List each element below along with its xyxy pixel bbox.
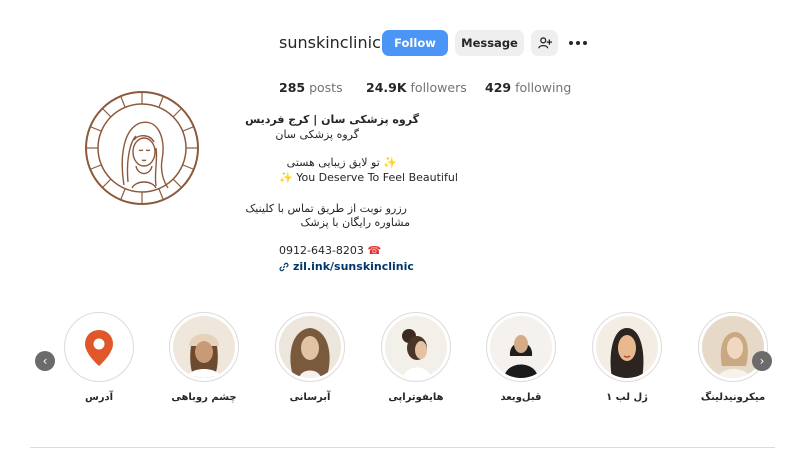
- highlight-address[interactable]: آدرس: [63, 312, 135, 403]
- person-add-icon: [537, 37, 552, 49]
- dot: [583, 41, 587, 45]
- woman-portrait-illustration: [596, 316, 658, 378]
- section-divider: [30, 447, 775, 448]
- woman-bun-illustration: [385, 316, 447, 378]
- highlight-label: آدرس: [84, 392, 114, 403]
- link-text: zil.ink/sunskinclinic: [293, 260, 414, 273]
- following-label: following: [515, 80, 572, 95]
- following-number: 429: [485, 80, 512, 95]
- woman-black-dress-illustration: [490, 316, 552, 378]
- following-link[interactable]: 429 following: [485, 80, 571, 95]
- suggested-users-button[interactable]: [531, 30, 558, 56]
- bio-phone: 0912-643-8203 ☎: [279, 244, 381, 257]
- woman-beanie-illustration: [173, 316, 235, 378]
- highlight-ring: [592, 312, 662, 382]
- sparkles-icon: ✨: [383, 156, 397, 169]
- highlight-label: آبرسانی: [289, 392, 331, 403]
- dot: [576, 41, 580, 45]
- profile-category: گروه پزشکی سان: [275, 128, 359, 141]
- highlight-before-after[interactable]: قبل‌وبعد: [485, 312, 557, 403]
- bio-booking-line-1: رزرو نوبت از طریق تماس با کلینیک: [245, 202, 407, 215]
- followers-link[interactable]: 24.9K followers: [366, 80, 467, 95]
- posts-number: 285: [279, 80, 306, 95]
- profile-full-name: گروه پزشکی سان | کرج فردیس: [245, 113, 419, 126]
- dot: [569, 41, 573, 45]
- highlight-ring: [275, 312, 345, 382]
- highlight-lip-filler[interactable]: ژل لب ۱: [591, 312, 663, 403]
- followers-label: followers: [410, 80, 467, 95]
- telephone-icon: ☎: [367, 244, 382, 257]
- highlight-label: ژل لب ۱: [606, 392, 648, 403]
- highlight-fox-eye[interactable]: چشم روباهی: [168, 312, 240, 403]
- sparkles-icon: ✨: [279, 171, 293, 184]
- bio-line-en-text: You Deserve To Feel Beautiful: [296, 171, 458, 184]
- bio-line-fa-text: تو لایق زیبایی هستی: [286, 156, 380, 169]
- highlight-ring: [486, 312, 556, 382]
- highlight-hifu[interactable]: هایفوتراپی: [380, 312, 452, 403]
- woman-curly-hair-illustration: [279, 316, 341, 378]
- clinic-logo: [85, 91, 199, 205]
- highlight-label: چشم روباهی: [171, 392, 237, 403]
- bio-booking-line-2: مشاوره رایگان با پزشک: [300, 216, 410, 229]
- highlight-label: میکرونیدلینگ: [700, 392, 766, 403]
- highlight-hydration[interactable]: آبرسانی: [274, 312, 346, 403]
- location-pin-icon: [68, 316, 130, 378]
- phone-number: 0912-643-8203: [279, 244, 364, 257]
- highlight-ring: [698, 312, 768, 382]
- profile-username: sunskinclinic: [279, 33, 381, 52]
- posts-count: 285 posts: [279, 80, 343, 95]
- highlight-ring: [64, 312, 134, 382]
- more-options-icon[interactable]: [566, 34, 590, 52]
- profile-avatar[interactable]: [84, 90, 200, 206]
- bio-line-en: ✨ You Deserve To Feel Beautiful: [279, 171, 458, 184]
- follow-button[interactable]: Follow: [382, 30, 448, 56]
- highlight-ring: [381, 312, 451, 382]
- highlights-prev-arrow-icon[interactable]: ‹: [35, 351, 55, 371]
- posts-label: posts: [309, 80, 343, 95]
- bio-external-link[interactable]: zil.ink/sunskinclinic: [279, 260, 414, 273]
- highlight-label: هایفوتراپی: [388, 392, 444, 403]
- highlight-label: قبل‌وبعد: [500, 392, 542, 403]
- followers-number: 24.9K: [366, 80, 407, 95]
- link-icon: [279, 262, 289, 271]
- message-button[interactable]: Message: [455, 30, 524, 56]
- bio-line-fa: ✨ تو لایق زیبایی هستی: [279, 156, 397, 169]
- highlight-ring: [169, 312, 239, 382]
- highlights-next-arrow-icon[interactable]: ›: [752, 351, 772, 371]
